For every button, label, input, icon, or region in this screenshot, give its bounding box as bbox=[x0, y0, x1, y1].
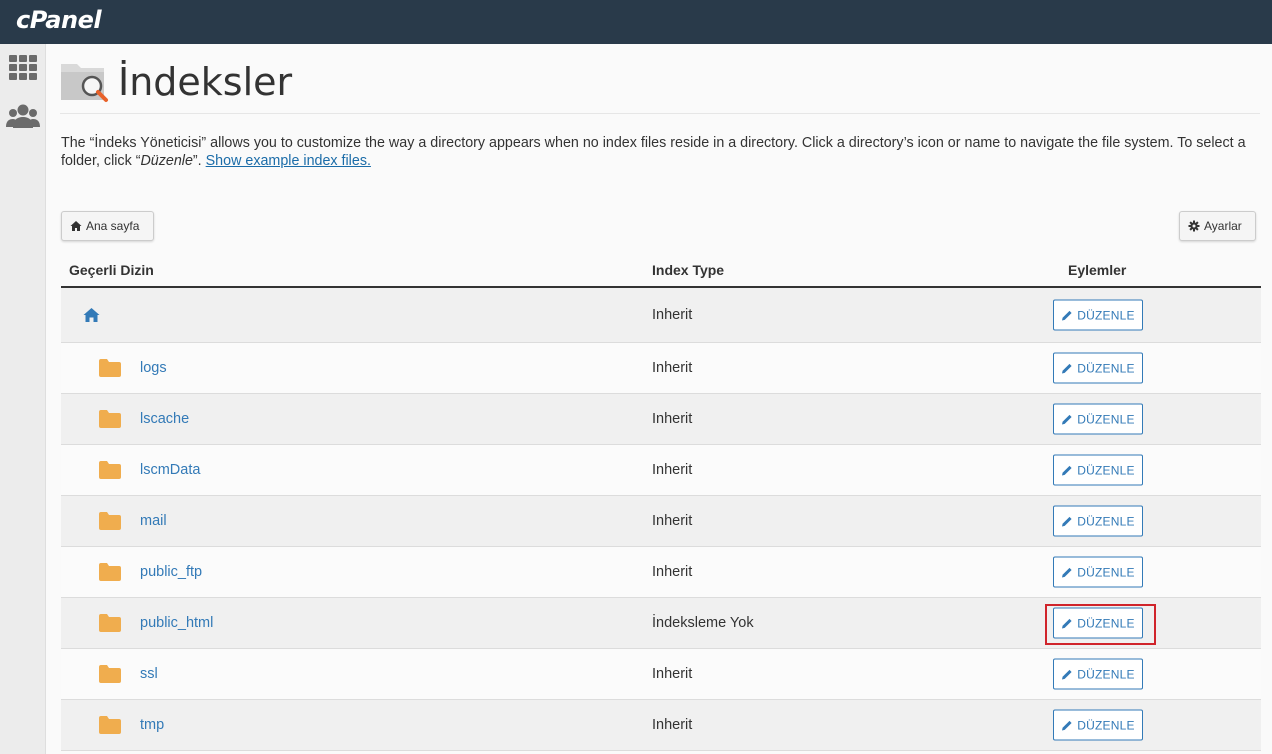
pencil-icon bbox=[1062, 363, 1072, 373]
index-type: Inherit bbox=[652, 411, 693, 427]
settings-button-label: Ayarlar bbox=[1204, 219, 1242, 233]
table-row: Inherit DÜZENLE bbox=[61, 288, 1261, 343]
cpanel-logo[interactable]: cPanel bbox=[16, 6, 102, 34]
edit-button[interactable]: DÜZENLE bbox=[1053, 454, 1143, 486]
index-type: İndeksleme Yok bbox=[652, 615, 754, 631]
directory-name-link[interactable]: logs bbox=[140, 360, 167, 376]
folder-icon[interactable] bbox=[99, 359, 121, 377]
page-description: The “İndeks Yöneticisi” allows you to cu… bbox=[61, 134, 1265, 170]
table-row: mail Inherit DÜZENLE bbox=[61, 496, 1261, 547]
edit-button-label: DÜZENLE bbox=[1077, 412, 1135, 426]
settings-button[interactable]: Ayarlar bbox=[1179, 211, 1256, 241]
edit-button-label: DÜZENLE bbox=[1077, 514, 1135, 528]
edit-button[interactable]: DÜZENLE bbox=[1053, 403, 1143, 435]
home-icon bbox=[70, 221, 82, 231]
edit-button-label: DÜZENLE bbox=[1077, 463, 1135, 477]
edit-button-label: DÜZENLE bbox=[1077, 565, 1135, 579]
folder-icon[interactable] bbox=[99, 614, 121, 632]
index-table: Geçerli Dizin Index Type Eylemler Inheri… bbox=[61, 255, 1261, 751]
index-type: Inherit bbox=[652, 307, 693, 323]
folder-icon[interactable] bbox=[99, 665, 121, 683]
edit-button-label: DÜZENLE bbox=[1077, 616, 1135, 630]
pencil-icon bbox=[1062, 618, 1072, 628]
table-row: public_ftp Inherit DÜZENLE bbox=[61, 547, 1261, 598]
table-row: ssl Inherit DÜZENLE bbox=[61, 649, 1261, 700]
edit-button-label: DÜZENLE bbox=[1077, 308, 1135, 322]
directory-name-link[interactable]: ssl bbox=[140, 666, 158, 682]
folder-icon[interactable] bbox=[99, 410, 121, 428]
edit-button[interactable]: DÜZENLE bbox=[1053, 352, 1143, 384]
table-row: tmp Inherit DÜZENLE bbox=[61, 700, 1261, 751]
directory-name-link[interactable]: mail bbox=[140, 513, 167, 529]
edit-button-label: DÜZENLE bbox=[1077, 361, 1135, 375]
home-button[interactable]: Ana sayfa bbox=[61, 211, 154, 241]
edit-button[interactable]: DÜZENLE bbox=[1053, 505, 1143, 537]
edit-button-label: DÜZENLE bbox=[1077, 718, 1135, 732]
index-type: Inherit bbox=[652, 462, 693, 478]
table-header: Geçerli Dizin Index Type Eylemler bbox=[61, 255, 1261, 288]
gear-icon bbox=[1188, 220, 1200, 232]
index-type: Inherit bbox=[652, 360, 693, 376]
apps-grid-icon[interactable] bbox=[8, 54, 38, 84]
page-title: İndeksler bbox=[118, 60, 293, 104]
pencil-icon bbox=[1062, 720, 1072, 730]
folder-icon[interactable] bbox=[99, 563, 121, 581]
table-row: logs Inherit DÜZENLE bbox=[61, 343, 1261, 394]
folder-icon[interactable] bbox=[99, 461, 121, 479]
pencil-icon bbox=[1062, 669, 1072, 679]
index-type: Inherit bbox=[652, 564, 693, 580]
index-type: Inherit bbox=[652, 513, 693, 529]
directory-name-link[interactable]: tmp bbox=[140, 717, 164, 733]
pencil-icon bbox=[1062, 414, 1072, 424]
page-header: İndeksler bbox=[60, 58, 1260, 114]
edit-button[interactable]: DÜZENLE bbox=[1053, 607, 1143, 639]
show-example-index-files-link[interactable]: Show example index files. bbox=[206, 153, 371, 169]
edit-button[interactable]: DÜZENLE bbox=[1053, 709, 1143, 741]
header-actions: Eylemler bbox=[1068, 262, 1127, 278]
table-row: public_html İndeksleme Yok DÜZENLE bbox=[61, 598, 1261, 649]
pencil-icon bbox=[1062, 465, 1072, 475]
index-type: Inherit bbox=[652, 666, 693, 682]
table-row: lscmData Inherit DÜZENLE bbox=[61, 445, 1261, 496]
description-text-end: ”. bbox=[192, 153, 206, 169]
folder-search-icon bbox=[60, 60, 112, 104]
directory-name-link[interactable]: lscmData bbox=[140, 462, 200, 478]
description-emphasis: Düzenle bbox=[140, 153, 193, 169]
pencil-icon bbox=[1062, 310, 1072, 320]
directory-name-link[interactable]: public_html bbox=[140, 615, 213, 631]
header-index-type: Index Type bbox=[652, 262, 725, 278]
folder-icon[interactable] bbox=[99, 512, 121, 530]
table-row: lscache Inherit DÜZENLE bbox=[61, 394, 1261, 445]
directory-name-link[interactable]: public_ftp bbox=[140, 564, 202, 580]
index-type: Inherit bbox=[652, 717, 693, 733]
directory-name-link[interactable]: lscache bbox=[140, 411, 189, 427]
home-button-label: Ana sayfa bbox=[86, 219, 140, 233]
main-content: İndeksler The “İndeks Yöneticisi” allows… bbox=[46, 44, 1272, 754]
header-current-directory: Geçerli Dizin bbox=[69, 262, 154, 278]
edit-button[interactable]: DÜZENLE bbox=[1053, 658, 1143, 690]
edit-button[interactable]: DÜZENLE bbox=[1053, 556, 1143, 588]
top-bar: cPanel bbox=[0, 0, 1272, 44]
folder-icon[interactable] bbox=[99, 716, 121, 734]
edit-button-label: DÜZENLE bbox=[1077, 667, 1135, 681]
users-icon[interactable] bbox=[6, 102, 40, 132]
pencil-icon bbox=[1062, 516, 1072, 526]
sidebar bbox=[0, 44, 46, 754]
edit-button[interactable]: DÜZENLE bbox=[1053, 299, 1143, 331]
home-icon[interactable] bbox=[83, 308, 100, 323]
pencil-icon bbox=[1062, 567, 1072, 577]
